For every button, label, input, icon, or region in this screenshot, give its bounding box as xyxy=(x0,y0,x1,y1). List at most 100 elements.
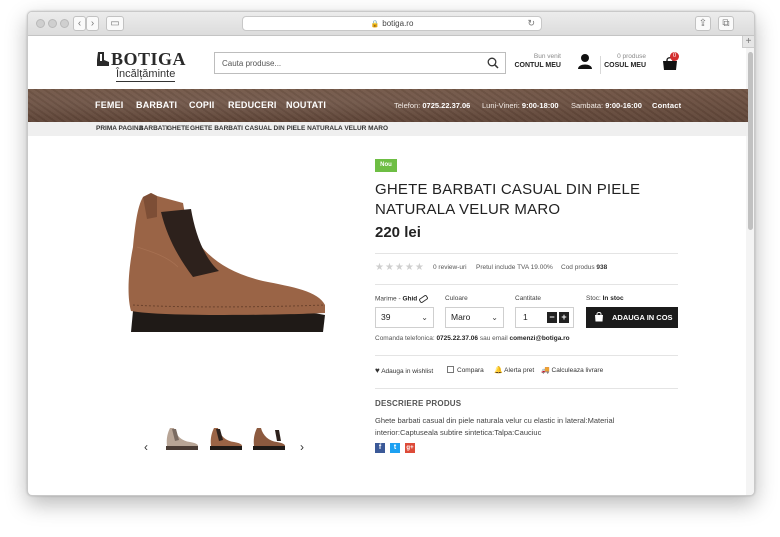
search-box xyxy=(214,52,506,74)
compare-link[interactable]: Compara xyxy=(447,366,484,374)
account-label: CONTUL MEU xyxy=(514,62,561,69)
add-to-cart-button[interactable]: ADAUGA IN COS xyxy=(586,307,678,328)
stock-value: In stoc xyxy=(602,295,624,302)
size-label-text: Marime - xyxy=(375,295,401,303)
divider xyxy=(375,253,678,254)
size-select[interactable]: 39 ⌄ xyxy=(375,307,434,328)
product-thumbnail-3[interactable] xyxy=(251,426,287,454)
nav-item-reduceri[interactable]: REDUCERI xyxy=(228,100,277,110)
color-select[interactable]: Maro ⌄ xyxy=(445,307,504,328)
divider xyxy=(375,355,678,356)
browser-window: ‹ › ▭ 🔒 botiga.ro ↻ ⇪ ⧉ + BOTIGA Încălțăm… xyxy=(27,11,755,496)
main-nav: FEMEI BARBATI COPII REDUCERI NOUTATI Tel… xyxy=(28,89,748,122)
new-tab-button[interactable]: + xyxy=(742,36,754,48)
ruler-icon[interactable] xyxy=(418,294,429,304)
bell-icon: 🔔 xyxy=(494,367,503,374)
brand-subtitle: Încălțăminte xyxy=(116,68,176,82)
nav-weekday-hours: Luni-Vineri: 9:00-18:00 xyxy=(482,101,559,110)
divider xyxy=(375,388,678,389)
product-description: Ghete barbati casual din piele naturala … xyxy=(375,416,615,437)
new-badge: Nou xyxy=(375,159,397,172)
browser-toolbar: ‹ › ▭ 🔒 botiga.ro ↻ ⇪ ⧉ xyxy=(28,12,754,36)
phone-value: 0725.22.37.06 xyxy=(422,101,471,110)
price-alert-link[interactable]: 🔔 Alerta pret xyxy=(494,366,534,374)
product-code-value: 938 xyxy=(596,264,608,271)
reviews-count[interactable]: 0 review-uri xyxy=(433,264,467,271)
nav-item-copii[interactable]: COPII xyxy=(189,100,215,110)
vat-note: Pretul include TVA 19.00% xyxy=(476,264,553,271)
cart-label: COSUL MEU xyxy=(604,62,646,69)
shipping-calculator-link[interactable]: 🚚 Calculeaza livrare xyxy=(541,366,603,374)
rating-stars[interactable]: ★★★★★ xyxy=(375,262,425,273)
quantity-decrease-button[interactable]: − xyxy=(547,312,557,323)
weekday-label: Luni-Vineri: xyxy=(482,101,520,110)
wishlist-link[interactable]: ♥ Adauga in wishlist xyxy=(375,366,433,375)
product-title: GHETE BARBATI CASUAL DIN PIELE NATURALA … xyxy=(375,181,641,218)
product-thumbnail-1[interactable] xyxy=(164,426,200,454)
quantity-input[interactable]: 1 xyxy=(523,312,528,322)
site-logo[interactable]: BOTIGA Încălțăminte xyxy=(96,49,191,82)
size-select-value: 39 xyxy=(381,312,391,322)
quantity-increase-button[interactable]: + xyxy=(559,312,569,323)
truck-icon: 🚚 xyxy=(541,367,550,374)
search-icon[interactable] xyxy=(487,57,499,69)
phone-order-label: Comanda telefonica: xyxy=(375,335,435,342)
nav-item-noutati[interactable]: NOUTATI xyxy=(286,100,326,110)
color-label: Culoare xyxy=(445,295,468,302)
product-main-image[interactable] xyxy=(123,187,333,337)
saturday-hours-value: 9:00-16:00 xyxy=(605,101,642,110)
phone-label: Telefon: xyxy=(394,101,421,110)
nav-saturday-hours: Sambata: 9:00-16:00 xyxy=(571,101,642,110)
description-heading: DESCRIERE PRODUS xyxy=(375,399,462,408)
phone-order-number[interactable]: 0725.22.37.06 xyxy=(436,335,478,342)
forward-button[interactable]: › xyxy=(86,16,99,31)
breadcrumb-home[interactable]: PRIMA PAGINA xyxy=(96,125,143,132)
search-input[interactable] xyxy=(215,53,475,74)
reload-icon[interactable]: ↻ xyxy=(527,17,535,30)
sidebar-toggle-button[interactable]: ▭ xyxy=(106,16,124,31)
shipping-calculator-label: Calculeaza livrare xyxy=(551,367,604,374)
breadcrumb: PRIMA PAGINA / BARBATI / GHETE / GHETE B… xyxy=(28,122,748,136)
account-greeting: Bun venit xyxy=(533,53,561,60)
cart-badge: 0 xyxy=(670,52,679,61)
email-label: sau email xyxy=(479,335,508,342)
product-code: Cod produs 938 xyxy=(561,264,607,271)
breadcrumb-separator: / xyxy=(163,125,165,132)
brand-name: BOTIGA xyxy=(111,49,187,69)
window-minimize-button[interactable] xyxy=(48,19,57,28)
quantity-label: Cantitate xyxy=(515,295,542,302)
back-button[interactable]: ‹ xyxy=(73,16,86,31)
user-icon[interactable] xyxy=(577,53,593,70)
nav-phone: Telefon: 0725.22.37.06 xyxy=(394,101,470,110)
quantity-stepper: 1 − + xyxy=(515,307,574,328)
thumbnails-next-arrow[interactable]: › xyxy=(300,440,304,454)
window-close-button[interactable] xyxy=(36,19,45,28)
breadcrumb-current: GHETE BARBATI CASUAL DIN PIELE NATURALA … xyxy=(190,125,389,132)
add-to-cart-label: ADAUGA IN COS xyxy=(612,313,673,322)
thumbnails-prev-arrow[interactable]: ‹ xyxy=(144,440,148,454)
order-email-link[interactable]: comenzi@botiga.ro xyxy=(509,335,569,342)
lock-icon: 🔒 xyxy=(370,21,380,28)
stock-status: Stoc: In stoc xyxy=(586,295,624,302)
product-price: 220 lei xyxy=(375,224,421,241)
scrollbar-thumb[interactable] xyxy=(748,52,753,230)
chevron-down-icon: ⌄ xyxy=(491,313,498,322)
nav-contact-link[interactable]: Contact xyxy=(652,101,681,110)
address-bar[interactable]: 🔒 botiga.ro ↻ xyxy=(242,16,542,31)
tabs-overview-button[interactable]: ⧉ xyxy=(718,16,734,31)
account-link[interactable]: Bun venit CONTUL MEU xyxy=(506,53,561,69)
google-plus-share-icon[interactable]: g+ xyxy=(405,443,415,453)
product-code-label: Cod produs xyxy=(561,264,595,271)
product-thumbnail-2[interactable] xyxy=(208,426,244,454)
size-guide-link[interactable]: Ghid xyxy=(402,296,417,303)
twitter-share-icon[interactable]: t xyxy=(390,443,400,453)
nav-item-barbati[interactable]: BARBATI xyxy=(136,100,177,110)
share-button[interactable]: ⇪ xyxy=(695,16,711,31)
url-text: botiga.ro xyxy=(382,19,414,28)
window-zoom-button[interactable] xyxy=(60,19,69,28)
nav-item-femei[interactable]: FEMEI xyxy=(95,100,124,110)
checkbox-icon[interactable] xyxy=(447,366,454,373)
breadcrumb-separator: / xyxy=(134,125,136,132)
facebook-share-icon[interactable]: f xyxy=(375,443,385,453)
cart-link[interactable]: 0 produse COSUL MEU xyxy=(596,53,646,69)
